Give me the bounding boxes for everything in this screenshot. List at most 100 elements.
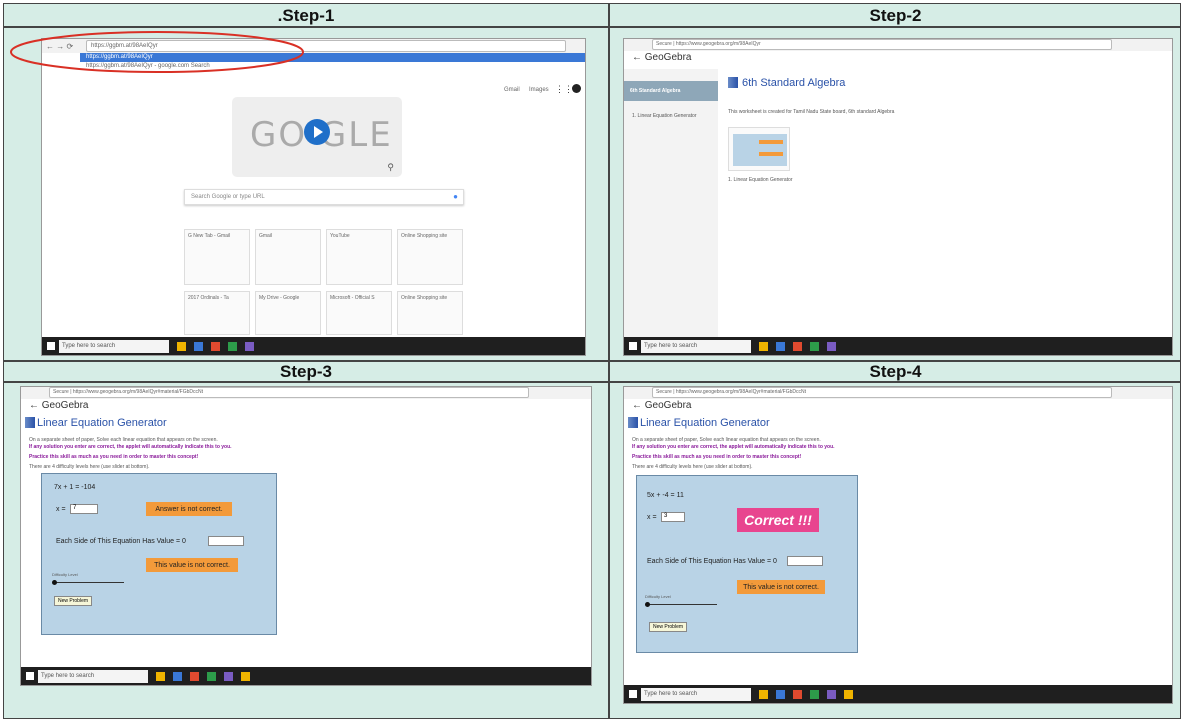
address-bar[interactable]: Secure | https://www.geogebra.org/m/98Ae…: [652, 39, 1112, 50]
windows-start-icon[interactable]: [26, 672, 34, 680]
tile-6[interactable]: My Drive - Google: [255, 291, 321, 335]
app-icon[interactable]: [241, 671, 250, 681]
search-placeholder: Search Google or type URL: [191, 194, 265, 200]
app-icon[interactable]: [228, 341, 237, 351]
equation: 7x + 1 = -104: [54, 484, 96, 491]
value-feedback: This value is not correct.: [737, 580, 825, 594]
tile-7[interactable]: Microsoft - Official S: [326, 291, 392, 335]
page-title: 6th Standard Algebra: [742, 77, 846, 89]
new-problem-button[interactable]: New Problem: [54, 596, 93, 606]
app-icon[interactable]: [776, 341, 785, 351]
geogebra-logo-icon: [728, 77, 738, 88]
step-2-title: Step-2: [869, 6, 922, 25]
taskbar-search[interactable]: Type here to search: [38, 669, 148, 683]
play-icon: [304, 119, 330, 145]
equation-applet: 7x + 1 = -104 x = 7 Answer is not correc…: [41, 473, 277, 635]
answer-input[interactable]: 7: [70, 504, 98, 514]
equation: 5x + -4 = 11: [647, 492, 684, 499]
steps-table: .Step-1 Step-2 Step-3 Step-4 ← → ⟳ https…: [3, 3, 1181, 719]
mic-icon[interactable]: ●: [453, 192, 458, 201]
taskbar-search[interactable]: Type here to search: [59, 339, 169, 353]
windows-start-icon[interactable]: [47, 342, 55, 350]
app-icon[interactable]: [827, 689, 836, 699]
images-link[interactable]: Images: [529, 87, 549, 93]
app-icon[interactable]: [810, 341, 819, 351]
app-icon[interactable]: [776, 689, 785, 699]
taskbar-search[interactable]: Type here to search: [641, 687, 751, 701]
app-icon[interactable]: [173, 671, 182, 681]
app-icon[interactable]: [245, 341, 254, 351]
slider-knob[interactable]: [645, 602, 650, 607]
sidebar-title[interactable]: 6th Standard Algebra: [624, 81, 718, 101]
tile-3[interactable]: YouTube: [326, 229, 392, 285]
browser-toolbar: Secure | https://www.geogebra.org/m/98Ae…: [21, 387, 591, 399]
tile-1[interactable]: G New Tab - Gmail: [184, 229, 250, 285]
geogebra-header[interactable]: ← GeoGebra: [624, 52, 1172, 63]
tile-4[interactable]: Online Shopping site: [397, 229, 463, 285]
step-3-title: Step-3: [280, 362, 332, 381]
description: This worksheet is created for Tamil Nadu…: [728, 109, 895, 115]
app-icon[interactable]: [207, 671, 216, 681]
app-icon[interactable]: [224, 671, 233, 681]
sidebar: 6th Standard Algebra 1. Linear Equation …: [624, 69, 718, 347]
windows-taskbar: Type here to search: [624, 337, 1172, 355]
difficulty-slider[interactable]: [647, 604, 717, 605]
geogebra-logo-icon: [628, 417, 638, 428]
app-icon[interactable]: [793, 341, 802, 351]
sidebar-item[interactable]: 1. Linear Equation Generator: [632, 113, 697, 119]
address-bar[interactable]: Secure | https://www.geogebra.org/m/98Ae…: [652, 387, 1112, 398]
worksheet-thumbnail[interactable]: [728, 127, 790, 171]
answer-input[interactable]: 3: [661, 512, 685, 522]
step-1-title: .Step-1: [277, 6, 335, 25]
slider-knob[interactable]: [52, 580, 57, 585]
windows-taskbar: Type here to search: [42, 337, 585, 355]
app-icon[interactable]: [810, 689, 819, 699]
each-side-label: Each Side of This Equation Has Value = 0: [56, 538, 186, 545]
equation-applet: 5x + -4 = 11 x = 3 Correct !!! Each Side…: [636, 475, 858, 653]
google-doodle[interactable]: GO GLE ⚲: [232, 97, 402, 177]
google-search-input[interactable]: Search Google or type URL ●: [184, 189, 464, 205]
tile-2[interactable]: Gmail: [255, 229, 321, 285]
geogebra-header[interactable]: ← GeoGebra: [624, 400, 1172, 411]
app-icon[interactable]: [190, 671, 199, 681]
step-4-screenshot: Secure | https://www.geogebra.org/m/98Ae…: [623, 386, 1173, 704]
app-icon[interactable]: [156, 671, 165, 681]
value-feedback: This value is not correct.: [146, 558, 238, 572]
value-input[interactable]: [787, 556, 823, 566]
step-4-title: Step-4: [869, 362, 922, 381]
search-icon: ⚲: [387, 162, 394, 172]
step-2-screenshot: Secure | https://www.geogebra.org/m/98Ae…: [623, 38, 1173, 356]
windows-start-icon[interactable]: [629, 690, 637, 698]
value-input[interactable]: [208, 536, 244, 546]
address-bar[interactable]: Secure | https://www.geogebra.org/m/98Ae…: [49, 387, 529, 398]
difficulty-slider[interactable]: [54, 582, 124, 583]
step-3-screenshot: Secure | https://www.geogebra.org/m/98Ae…: [20, 386, 592, 686]
geogebra-header[interactable]: ← GeoGebra: [21, 400, 591, 411]
highlight-ellipse: [10, 31, 304, 73]
tile-8[interactable]: Online Shopping site: [397, 291, 463, 335]
browser-toolbar: Secure | https://www.geogebra.org/m/98Ae…: [624, 39, 1172, 51]
page-title: Linear Equation Generator: [640, 417, 770, 429]
windows-taskbar: Type here to search: [21, 667, 591, 685]
windows-taskbar: Type here to search: [624, 685, 1172, 703]
app-icon[interactable]: [844, 689, 853, 699]
tile-5[interactable]: 2017 Ordinals - Ta: [184, 291, 250, 335]
step-1-screenshot: ← → ⟳ https://ggbm.at/98AeIQyr https://g…: [41, 38, 586, 356]
app-icon[interactable]: [759, 341, 768, 351]
each-side-label: Each Side of This Equation Has Value = 0: [647, 558, 777, 565]
app-icon[interactable]: [793, 689, 802, 699]
app-icon[interactable]: [211, 341, 220, 351]
page-title: Linear Equation Generator: [37, 417, 167, 429]
apps-grid-icon[interactable]: ⋮⋮: [555, 84, 573, 95]
app-icon[interactable]: [177, 341, 186, 351]
worksheet-caption[interactable]: 1. Linear Equation Generator: [728, 177, 793, 183]
answer-feedback: Answer is not correct.: [146, 502, 232, 516]
app-icon[interactable]: [759, 689, 768, 699]
app-icon[interactable]: [827, 341, 836, 351]
app-icon[interactable]: [194, 341, 203, 351]
taskbar-search[interactable]: Type here to search: [641, 339, 751, 353]
windows-start-icon[interactable]: [629, 342, 637, 350]
avatar[interactable]: [572, 84, 581, 93]
new-problem-button[interactable]: New Problem: [649, 622, 688, 632]
gmail-link[interactable]: Gmail: [504, 87, 520, 93]
